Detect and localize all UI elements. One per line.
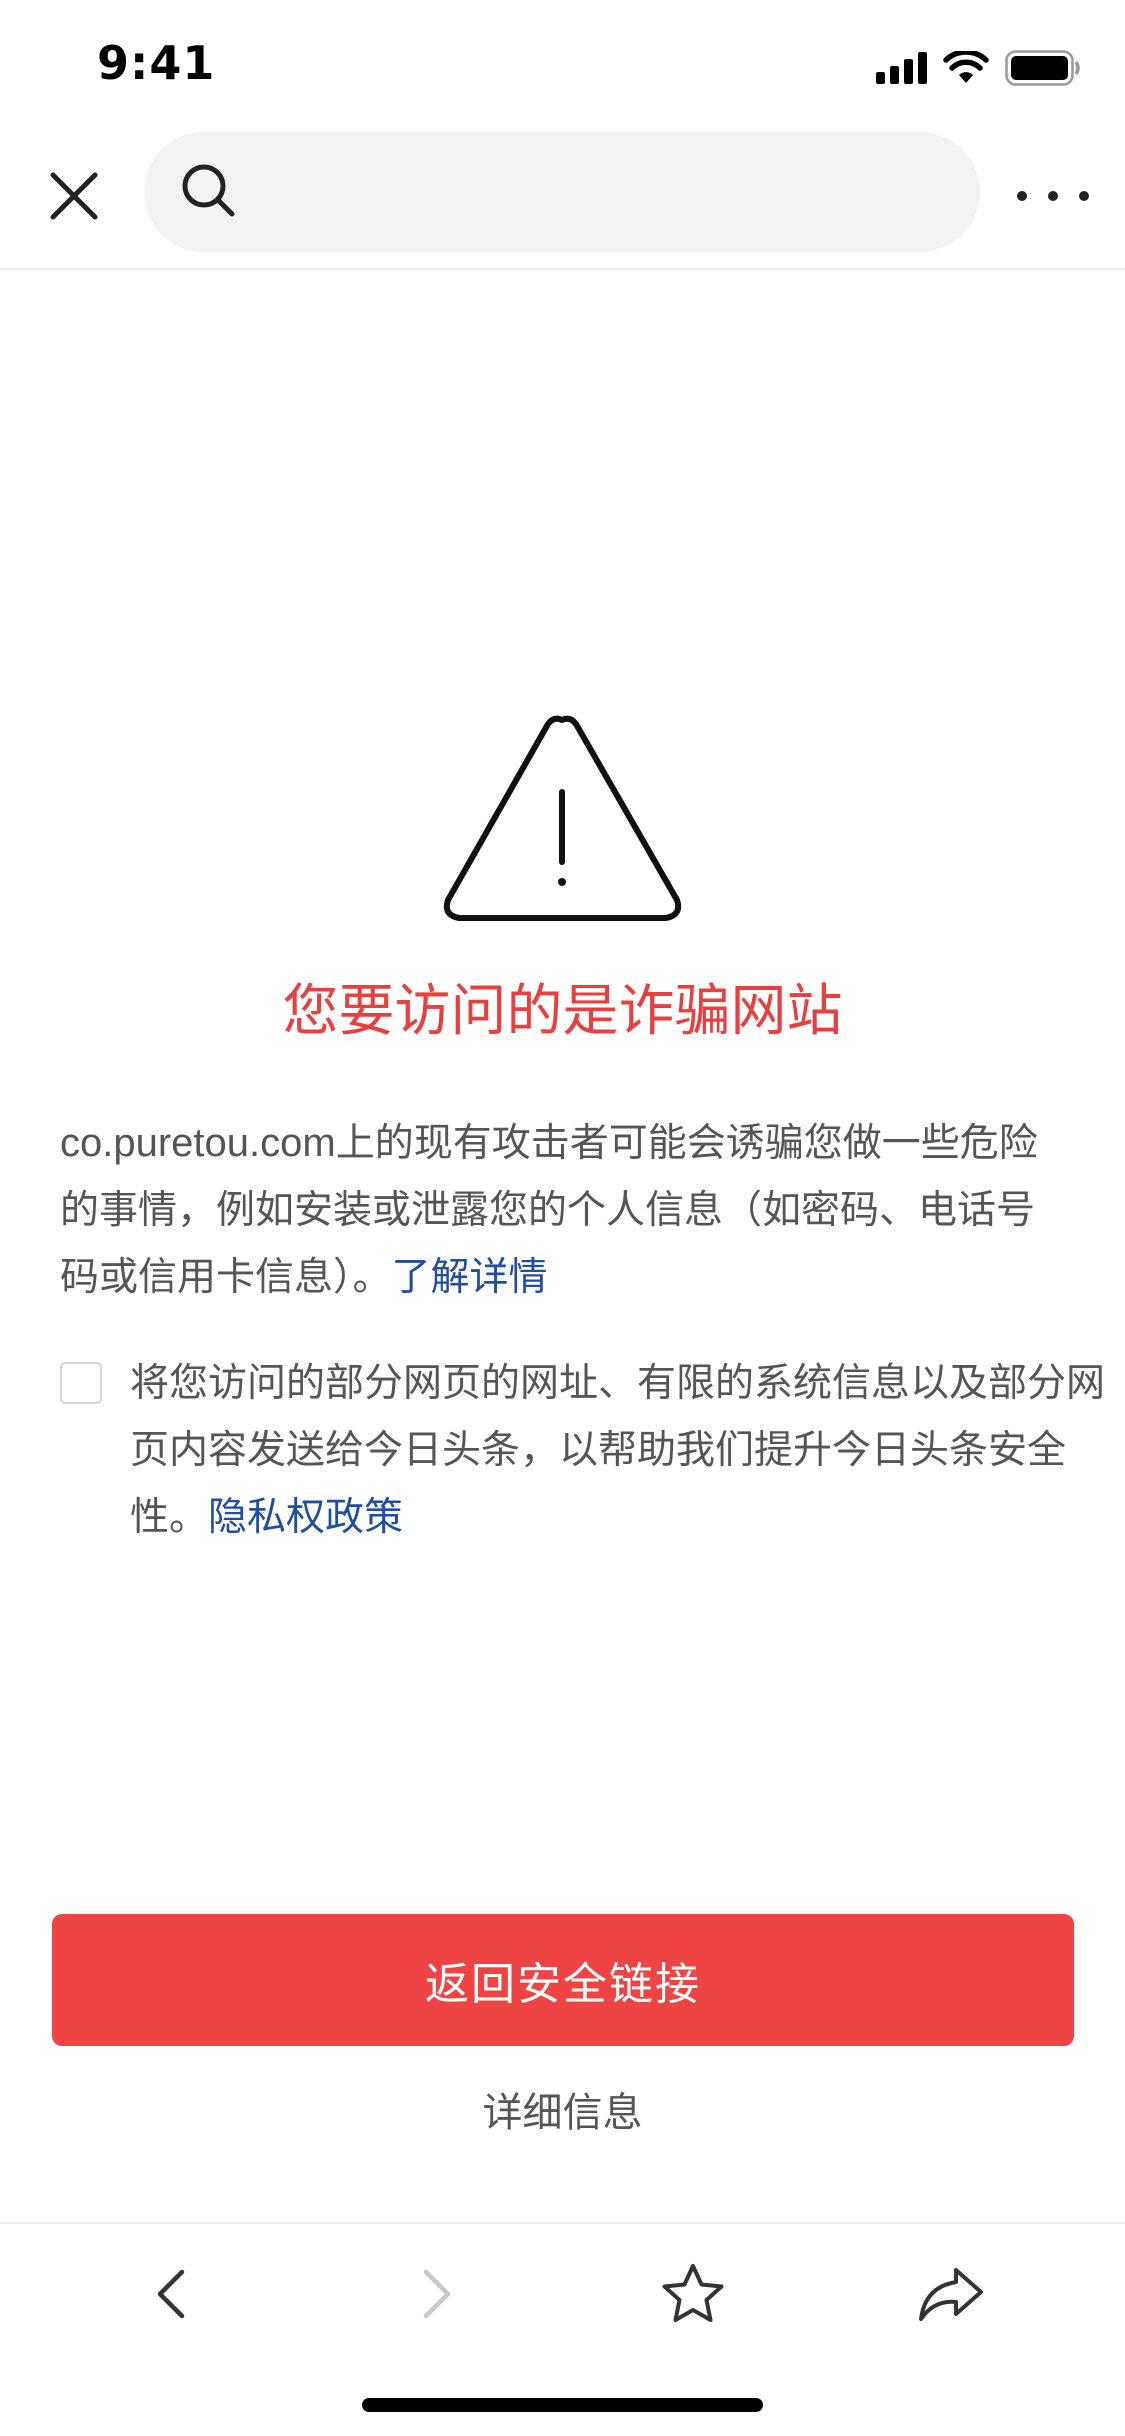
forward-button[interactable] — [396, 2254, 476, 2334]
learn-more-link[interactable]: 了解详情 — [392, 1255, 548, 1300]
star-icon — [662, 2264, 724, 2322]
consent-checkbox[interactable] — [60, 1362, 102, 1404]
warning-description: co.puretou.com上的现有攻击者可能会诱骗您做一些危险的事情，例如安装… — [60, 1110, 1065, 1311]
wifi-icon — [943, 51, 989, 83]
site-domain: co.puretou.com — [60, 1121, 336, 1165]
top-nav — [0, 132, 1125, 270]
close-icon — [50, 172, 98, 220]
back-to-safety-button[interactable]: 返回安全链接 — [52, 1914, 1074, 2046]
close-button[interactable] — [44, 166, 104, 226]
search-input[interactable] — [254, 162, 944, 222]
back-button[interactable] — [132, 2254, 212, 2334]
status-bar: 9:41 — [0, 0, 1125, 132]
warning-title: 您要访问的是诈骗网站 — [282, 979, 843, 1044]
chevron-right-icon — [423, 2269, 451, 2319]
privacy-policy-link[interactable]: 隐私权政策 — [208, 1495, 403, 1540]
warning-triangle-icon — [443, 715, 682, 921]
search-icon — [182, 164, 235, 217]
status-time: 9:41 — [97, 36, 216, 90]
battery-icon — [1005, 50, 1080, 86]
home-indicator — [362, 2398, 763, 2412]
details-button[interactable]: 详细信息 — [0, 2080, 1125, 2138]
favorite-button[interactable] — [653, 2254, 733, 2334]
status-icons — [876, 48, 1081, 88]
share-button[interactable] — [911, 2254, 991, 2334]
consent-text-block: 将您访问的部分网页的网址、有限的系统信息以及部分网页内容发送给今日头条，以帮助我… — [130, 1350, 1120, 1551]
share-icon — [919, 2268, 983, 2321]
more-dots-icon — [1017, 191, 1027, 201]
chevron-left-icon — [157, 2269, 185, 2319]
cellular-signal-icon — [876, 52, 927, 84]
search-bar[interactable] — [144, 132, 980, 252]
more-button[interactable] — [1017, 176, 1089, 216]
